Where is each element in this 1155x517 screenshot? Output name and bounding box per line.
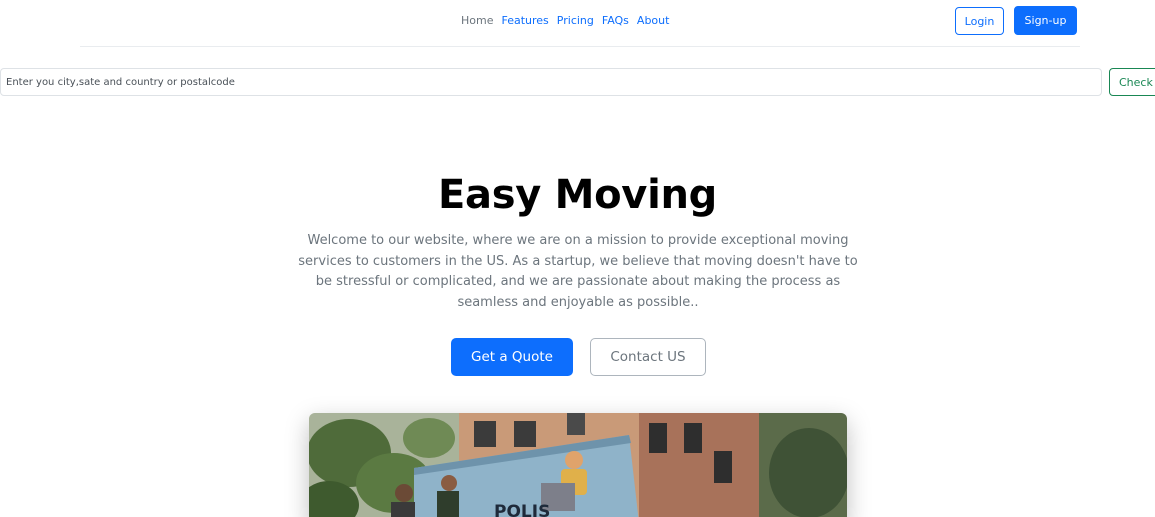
nav-link-faqs[interactable]: FAQs [601,13,630,29]
moving-scene-illustration: POLIS [309,413,847,517]
hero-title: Easy Moving [437,172,717,218]
hero-image: POLIS [309,413,847,517]
login-button[interactable]: Login [955,7,1004,35]
contact-us-button[interactable]: Contact US [590,338,706,376]
page: Home Features Pricing FAQs About Login S… [0,0,1155,517]
nav-link-pricing[interactable]: Pricing [556,13,595,29]
nav-link-about[interactable]: About [636,13,671,29]
hero-description: Welcome to our website, where we are on … [298,233,858,310]
svg-text:POLIS: POLIS [494,502,550,517]
location-search-input[interactable] [0,68,1102,96]
nav-link-home[interactable]: Home [460,13,494,29]
check-button[interactable]: Check [1109,68,1155,96]
site-header: Home Features Pricing FAQs About Login S… [80,0,1080,47]
nav-link-features[interactable]: Features [500,13,549,29]
get-a-quote-button[interactable]: Get a Quote [451,338,573,376]
signup-button[interactable]: Sign-up [1014,6,1077,35]
main-nav: Home Features Pricing FAQs About [460,13,670,29]
